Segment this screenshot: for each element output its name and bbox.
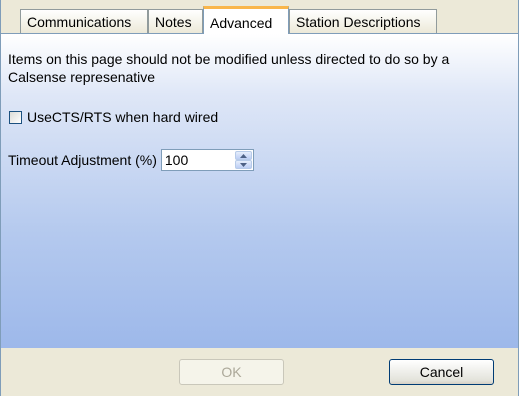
spin-down-button[interactable] [234, 160, 252, 169]
triangle-up-icon [239, 153, 247, 158]
tab-strip: Communications Notes Advanced Station De… [0, 0, 519, 34]
window-left-border [0, 0, 1, 396]
timeout-adjustment-spinner[interactable]: 100 [160, 149, 254, 171]
settings-dialog: Communications Notes Advanced Station De… [0, 0, 519, 396]
ok-button[interactable]: OK [179, 359, 284, 385]
tab-station-descriptions[interactable]: Station Descriptions [289, 9, 437, 33]
use-cts-rts-checkbox[interactable] [9, 110, 22, 124]
tab-notes[interactable]: Notes [148, 9, 203, 33]
button-bar: OK Cancel [1, 348, 518, 396]
tab-communications[interactable]: Communications [20, 9, 148, 33]
timeout-adjustment-label: Timeout Adjustment (%) [8, 152, 157, 168]
warning-description: Items on this page should not be modifie… [8, 51, 450, 85]
spin-up-button[interactable] [234, 151, 252, 160]
triangle-down-icon [239, 162, 247, 167]
advanced-tab-page: Items on this page should not be modifie… [1, 33, 518, 348]
timeout-adjustment-value[interactable]: 100 [165, 151, 188, 169]
spin-buttons [234, 151, 252, 169]
use-cts-rts-label: UseCTS/RTS when hard wired [27, 109, 219, 125]
use-cts-rts-option[interactable]: UseCTS/RTS when hard wired [9, 108, 218, 126]
timeout-adjustment-row: Timeout Adjustment (%) 100 [8, 149, 254, 171]
cancel-button[interactable]: Cancel [389, 359, 494, 385]
tab-advanced[interactable]: Advanced [203, 6, 289, 34]
